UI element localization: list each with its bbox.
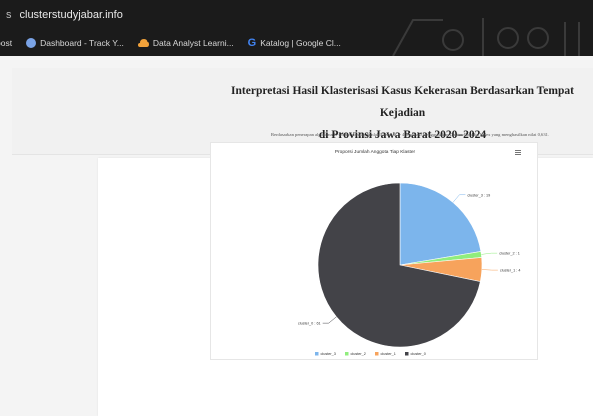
page-description: Berdasarkan penerapan algoritma K-Means … — [270, 132, 550, 137]
bookmarks-bar: oost Dashboard - Track Y... Data Analyst… — [0, 30, 341, 56]
bookmark-katalog[interactable]: G Katalog | Google Cl... — [248, 37, 341, 49]
legend-swatch — [405, 352, 409, 356]
legend-label: cluster_3 — [321, 352, 336, 356]
bookmark-0[interactable]: oost — [0, 38, 12, 48]
hamburger-icon[interactable] — [515, 150, 521, 155]
header-decoration — [392, 18, 580, 56]
bookmark-data-analyst[interactable]: Data Analyst Learni... — [137, 38, 234, 48]
dashboard-favicon-icon — [26, 38, 37, 48]
bookmark-label: Dashboard - Track Y... — [40, 38, 124, 48]
address-bar[interactable]: s clusterstudyjabar.info — [0, 0, 123, 30]
data-label-connector — [481, 252, 498, 255]
legend-label: cluster_0 — [411, 352, 426, 356]
data-label-connector — [481, 269, 498, 271]
data-label-cluster_0: cluster_0 : 61 — [298, 322, 321, 326]
legend-swatch — [375, 352, 379, 356]
bookmark-label: Katalog | Google Cl... — [260, 38, 341, 48]
google-favicon-icon: G — [247, 37, 257, 49]
legend-swatch — [315, 352, 319, 356]
data-label-connector — [322, 316, 337, 324]
page-title-line-1: Interpretasi Hasil Klasterisasi Kasus Ke… — [231, 85, 574, 119]
pie-chart-container: Proporsi Jumlah Anggota Tiap Klaster clu… — [210, 142, 538, 360]
cloud-favicon-icon — [137, 39, 149, 47]
legend-label: cluster_1 — [381, 352, 396, 356]
legend-item-cluster_2[interactable]: cluster_2 — [345, 352, 366, 356]
bookmark-dashboard[interactable]: Dashboard - Track Y... — [26, 38, 124, 48]
bookmark-label: Data Analyst Learni... — [152, 38, 234, 48]
legend-item-cluster_0[interactable]: cluster_0 — [405, 352, 426, 356]
bookmark-label: oost — [0, 38, 13, 48]
chart-title: Proporsi Jumlah Anggota Tiap Klaster — [335, 149, 416, 155]
browser-chrome: s clusterstudyjabar.info oost Dashboard … — [0, 0, 593, 56]
data-label-cluster_1: cluster_1 : 4 — [500, 269, 521, 273]
data-label-connector — [452, 194, 466, 203]
data-label-cluster_2: cluster_2 : 1 — [499, 252, 520, 256]
pie-chart: Proporsi Jumlah Anggota Tiap Klaster clu… — [298, 149, 521, 356]
legend-item-cluster_1[interactable]: cluster_1 — [375, 352, 396, 356]
url-text[interactable]: clusterstudyjabar.info — [20, 9, 123, 21]
site-info-icon[interactable]: s — [6, 9, 12, 21]
legend-label: cluster_2 — [351, 352, 366, 356]
legend-item-cluster_3[interactable]: cluster_3 — [315, 352, 336, 356]
data-label-cluster_3: cluster_3 : 19 — [467, 193, 490, 197]
legend-swatch — [345, 352, 349, 356]
